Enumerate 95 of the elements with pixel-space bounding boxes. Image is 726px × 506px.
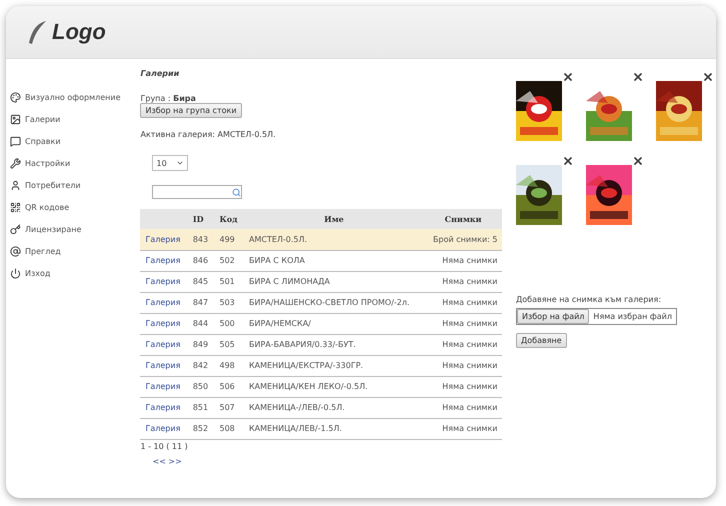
- gallery-link[interactable]: Галерия: [140, 229, 188, 250]
- table-cell: БИРА С ЛИМОНАДА: [244, 271, 424, 292]
- sidebar-item[interactable]: Лицензиране: [10, 221, 134, 238]
- table-cell: Брой снимки: 5: [424, 229, 502, 250]
- table-cell: Няма снимки: [424, 355, 502, 376]
- table-cell: 847: [188, 292, 214, 313]
- logo-mark-icon: [26, 19, 48, 45]
- sidebar-item[interactable]: Справки: [10, 133, 134, 150]
- table-cell: 851: [188, 397, 214, 418]
- table-cell: Няма снимки: [424, 418, 502, 439]
- gallery-link[interactable]: Галерия: [140, 292, 188, 313]
- at-sign-icon: [10, 246, 21, 257]
- qr-code-icon: [10, 202, 21, 213]
- speech-bubble-icon: [10, 136, 21, 147]
- table-cell: Няма снимки: [424, 313, 502, 334]
- sidebar-item[interactable]: Потребители: [10, 177, 134, 194]
- close-icon[interactable]: [702, 71, 714, 83]
- table-cell: 498: [214, 355, 244, 376]
- table-cell: АМСТЕЛ-0.5Л.: [244, 229, 424, 250]
- table-cell: 849: [188, 334, 214, 355]
- table-cell: Няма снимки: [424, 397, 502, 418]
- table-cell: 503: [214, 292, 244, 313]
- upload-label: Добавяне на снимка към галерия:: [516, 295, 662, 304]
- table-cell: 843: [188, 229, 214, 250]
- sidebar-item[interactable]: Изход: [10, 265, 134, 282]
- table-cell: 500: [214, 313, 244, 334]
- sidebar-item[interactable]: Визуално оформление: [10, 89, 134, 106]
- column-header: Снимки: [424, 209, 502, 229]
- group-select-button[interactable]: Избор на група стоки: [140, 103, 242, 118]
- table-cell: КАМЕНИЦА/ЕКСТРА/-330ГР.: [244, 355, 424, 376]
- close-icon[interactable]: [562, 155, 574, 167]
- pager-info: 1 - 10 ( 11 ): [140, 442, 189, 450]
- table-cell: 505: [214, 334, 244, 355]
- gallery-link[interactable]: Галерия: [140, 334, 188, 355]
- close-icon[interactable]: [632, 155, 644, 167]
- search-icon: [232, 188, 242, 196]
- table-cell: 499: [214, 229, 244, 250]
- table-cell: КАМЕНИЦА-/ЛЕВ/-0.5Л.: [244, 397, 424, 418]
- table-cell: БИРА/НАШЕНСКО-СВЕТЛО ПРОМО/-2л.: [244, 292, 424, 313]
- gallery-link[interactable]: Галерия: [140, 418, 188, 439]
- table-cell: Няма снимки: [424, 292, 502, 313]
- table-cell: КАМЕНИЦА/ЛЕВ/-1.5Л.: [244, 418, 424, 439]
- table-cell: 845: [188, 271, 214, 292]
- gallery-link[interactable]: Галерия: [140, 250, 188, 271]
- table-cell: БИРА-БАВАРИЯ/0.33/-БУТ.: [244, 334, 424, 355]
- table-cell: 501: [214, 271, 244, 292]
- table-cell: 846: [188, 250, 214, 271]
- file-choose-button[interactable]: Избор на файл: [517, 309, 590, 324]
- table-cell: Няма снимки: [424, 376, 502, 397]
- file-status: Няма избран файл: [592, 311, 673, 323]
- table-cell: 506: [214, 376, 244, 397]
- table-cell: Няма снимки: [424, 271, 502, 292]
- close-icon[interactable]: [562, 71, 574, 83]
- table-cell: 507: [214, 397, 244, 418]
- table-cell: 502: [214, 250, 244, 271]
- group-value: Бира: [173, 94, 196, 103]
- gallery-link[interactable]: Галерия: [140, 355, 188, 376]
- search-field[interactable]: [152, 185, 242, 199]
- column-header: Име: [244, 209, 424, 229]
- caret-icon: [176, 159, 184, 167]
- table-cell: КАМЕНИЦА/КЕН ЛЕКО/-0.5Л.: [244, 376, 424, 397]
- palette-icon: [10, 92, 21, 103]
- group-label: Група :: [140, 94, 171, 103]
- sidebar-item[interactable]: Настройки: [10, 155, 134, 172]
- sidebar-item[interactable]: QR кодове: [10, 199, 134, 216]
- table-cell: 850: [188, 376, 214, 397]
- wrench-icon: [10, 158, 21, 169]
- image-icon: [10, 114, 21, 125]
- gallery-link[interactable]: Галерия: [140, 313, 188, 334]
- add-button[interactable]: Добавяне: [516, 333, 567, 348]
- gallery-link[interactable]: Галерия: [140, 397, 188, 418]
- gallery-link[interactable]: Галерия: [140, 271, 188, 292]
- active-gallery-text: Активна галерия: АМСТЕЛ-0.5Л.: [140, 130, 277, 139]
- sidebar-item[interactable]: Преглед: [10, 243, 134, 260]
- pager-nav[interactable]: << >>: [152, 456, 508, 466]
- close-icon[interactable]: [632, 71, 644, 83]
- column-header: Код: [214, 209, 244, 229]
- key-icon: [10, 224, 21, 235]
- table-cell: 842: [188, 355, 214, 376]
- table-cell: Няма снимки: [424, 250, 502, 271]
- logo: Logo: [52, 19, 106, 45]
- table-cell: БИРА/НЕМСКА/: [244, 313, 424, 334]
- column-header: ID: [188, 209, 214, 229]
- column-header: [140, 209, 188, 229]
- gallery-link[interactable]: Галерия: [140, 376, 188, 397]
- page-size-select[interactable]: 10: [152, 155, 188, 171]
- person-icon: [10, 180, 21, 191]
- power-icon: [10, 268, 21, 279]
- table-cell: 852: [188, 418, 214, 439]
- table-cell: Няма снимки: [424, 334, 502, 355]
- table-cell: БИРА С КОЛА: [244, 250, 424, 271]
- page-title: Галерии: [140, 69, 180, 78]
- table-cell: 844: [188, 313, 214, 334]
- sidebar-item[interactable]: Галерии: [10, 111, 134, 128]
- table-cell: 508: [214, 418, 244, 439]
